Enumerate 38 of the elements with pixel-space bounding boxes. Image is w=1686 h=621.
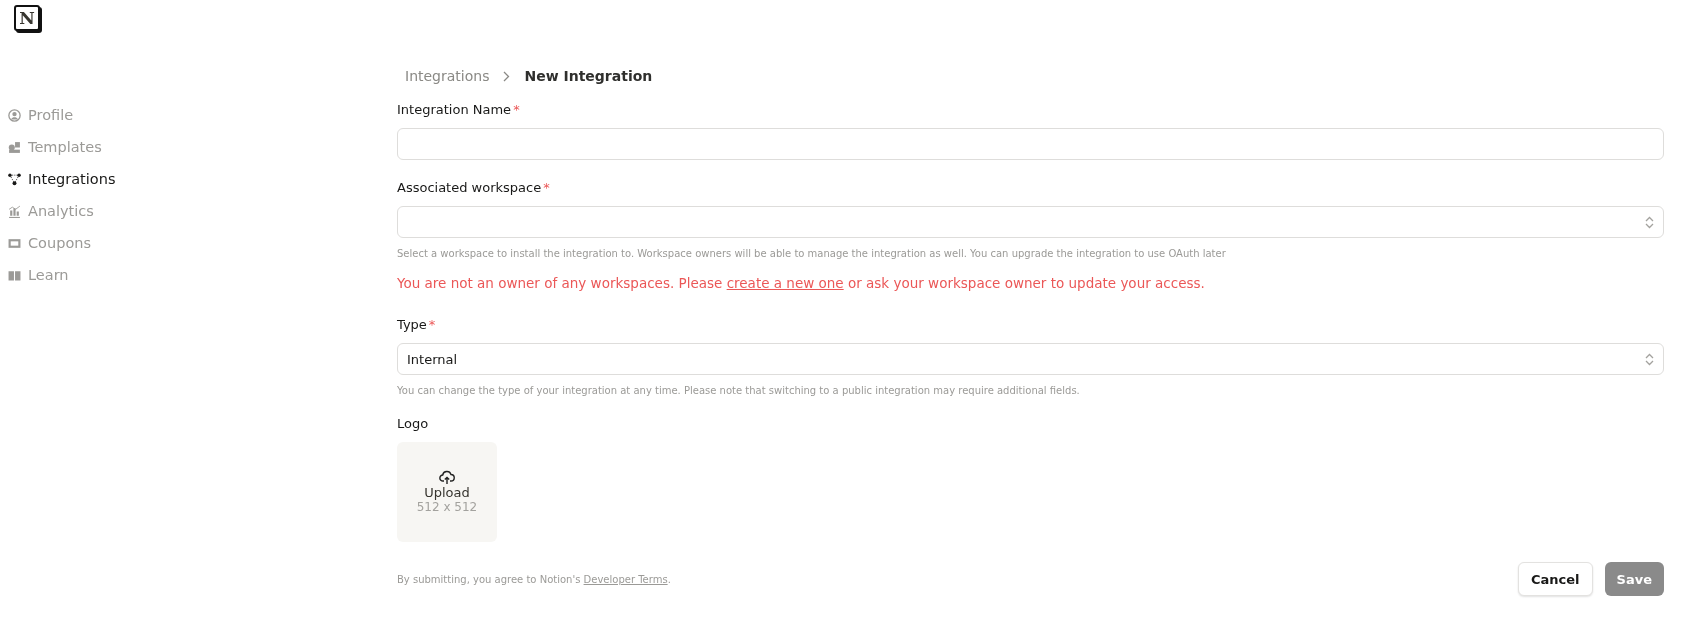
- field-label: Logo: [397, 416, 429, 431]
- chevron-updown-icon: [1645, 215, 1654, 229]
- logo[interactable]: N: [14, 5, 40, 31]
- ticket-icon: [8, 237, 21, 250]
- select-field[interactable]: [397, 206, 1664, 238]
- sidebar-item[interactable]: Integrations: [8, 169, 116, 190]
- sidebar-item[interactable]: Coupons: [8, 233, 91, 254]
- required-mark: *: [543, 180, 550, 195]
- cloud-upload-icon: [439, 470, 455, 485]
- field-label: Type: [397, 317, 427, 332]
- chevron-updown-icon: [1645, 352, 1654, 366]
- error-message: You are not an owner of any workspaces. Please create a new one or ask your workspace owner to update your access.: [397, 275, 1206, 291]
- select-value: Internal: [407, 351, 458, 367]
- shapes-icon: [8, 141, 21, 154]
- hint-text: You can change the type of your integration at any time. Please note that switching to a public integration may require additional fields.: [397, 385, 1081, 396]
- select-field[interactable]: Internal: [397, 343, 1664, 375]
- create-link[interactable]: create a new one: [726, 275, 844, 291]
- field-label: Integration Name: [397, 102, 512, 117]
- chart-icon: [8, 205, 21, 218]
- sidebar-item[interactable]: Learn: [8, 265, 69, 286]
- hint-text: Select a workspace to install the integration to. Workspace owners will be able to manage the integration as well. You can upgrade the integration to use OAuth later: [397, 248, 1227, 259]
- nodes-icon: [8, 173, 21, 186]
- required-mark: *: [513, 102, 520, 117]
- terms-link[interactable]: Developer Terms: [583, 573, 668, 585]
- terms-text: By submitting, you agree to Notion's Developer Terms.: [397, 573, 671, 585]
- sidebar-item[interactable]: Profile: [8, 105, 74, 126]
- person-circle-icon: [8, 109, 21, 122]
- upload-button[interactable]: Upload 512 x 512: [397, 442, 497, 542]
- cancel-button[interactable]: Cancel: [1518, 562, 1593, 596]
- breadcrumb-link[interactable]: New Integration: [524, 68, 653, 84]
- sidebar-item[interactable]: Analytics: [8, 201, 94, 222]
- book-icon: [8, 269, 21, 282]
- sidebar-item[interactable]: Templates: [8, 137, 102, 158]
- text-input[interactable]: [397, 128, 1664, 160]
- breadcrumb-link[interactable]: Integrations: [405, 68, 490, 84]
- required-mark: *: [428, 317, 436, 332]
- chevron-right-icon: [503, 70, 511, 82]
- field-label: Associated workspace: [397, 180, 542, 195]
